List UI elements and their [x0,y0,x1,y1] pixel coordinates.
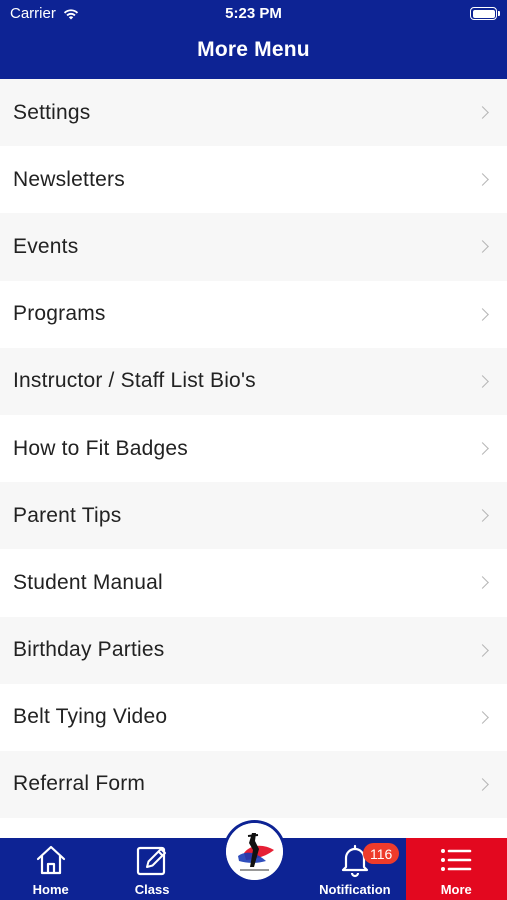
header: Carrier 5:23 PM More Menu [0,0,507,79]
menu-item-label: Settings [13,100,91,124]
menu-item-programs[interactable]: Programs [0,280,507,348]
chevron-right-icon [476,374,489,388]
school-logo-button[interactable] [223,820,286,883]
menu-item-label: Referral Form [13,772,146,796]
chevron-right-icon [476,778,489,791]
tab-home[interactable]: Home [0,838,101,900]
tab-label: Notification [319,882,391,897]
menu-item-label: Programs [13,302,106,326]
menu-item-birthday-parties[interactable]: Birthday Parties [0,616,507,684]
menu-item-label: Birthday Parties [13,638,165,662]
chevron-right-icon [476,173,489,187]
chevron-right-icon [476,509,489,523]
chevron-right-icon [476,240,489,254]
chevron-right-icon [476,710,489,724]
menu-list: Settings Newsletters Events Programs Ins… [0,79,507,819]
menu-item-events[interactable]: Events [0,213,507,281]
tab-label: Home [32,882,69,897]
menu-item-settings[interactable]: Settings [0,79,507,147]
menu-item-label: Events [13,234,79,258]
menu-item-parent-tips[interactable]: Parent Tips [0,482,507,550]
menu-item-label: Student Manual [13,570,163,594]
tab-class[interactable]: Class [101,838,202,900]
school-logo [226,823,283,880]
edit-icon [136,846,167,876]
menu-item-belt-tying-video[interactable]: Belt Tying Video [0,683,507,751]
chevron-right-icon [476,307,489,321]
menu-item-referral-form[interactable]: Referral Form [0,750,507,819]
battery-icon [470,7,500,20]
status-time: 5:23 PM [225,5,282,22]
menu-item-label: Instructor / Staff List Bio's [13,369,256,393]
chevron-right-icon [476,442,489,455]
tab-label: Class [134,882,170,897]
menu-list-icon [441,849,472,871]
menu-item-label: Newsletters [13,167,125,191]
tab-notification[interactable]: Notification 116 [304,838,405,900]
page-title: More Menu [197,38,310,61]
chevron-right-icon [476,106,489,119]
menu-item-fit-badges[interactable]: How to Fit Badges [0,414,507,483]
school-logo-image [226,823,283,880]
menu-item-instructor-staff[interactable]: Instructor / Staff List Bio's [0,347,507,415]
chevron-right-icon [476,576,489,590]
menu-item-label: How to Fit Badges [13,436,188,460]
menu-item-label: Belt Tying Video [13,705,168,729]
menu-item-newsletters[interactable]: Newsletters [0,146,507,214]
tab-more[interactable]: More [405,838,507,900]
menu-item-student-manual[interactable]: Student Manual [0,549,507,617]
status-bar: Carrier 5:23 PM [0,0,507,28]
home-icon [36,845,65,875]
menu-item-label: Parent Tips [13,503,122,527]
tab-label: More [440,882,472,897]
chevron-right-icon [476,643,489,657]
notification-badge: 116 [363,843,400,864]
